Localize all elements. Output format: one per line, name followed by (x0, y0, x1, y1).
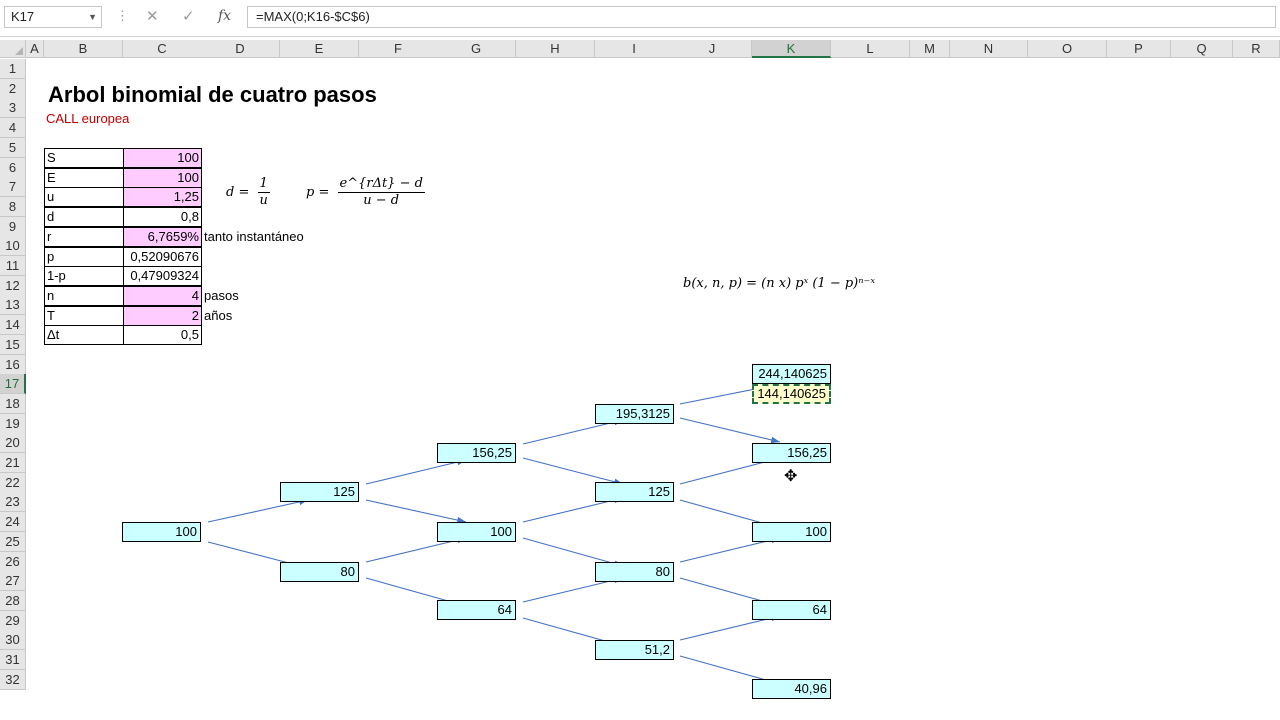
node-step4-d[interactable]: 64 (752, 600, 831, 620)
node-step2-uu[interactable]: 156,25 (437, 443, 516, 463)
node-step1-up[interactable]: 125 (280, 482, 359, 502)
node-step4-e[interactable]: 40,96 (752, 679, 831, 699)
node-step2-dd[interactable]: 64 (437, 600, 516, 620)
tree-arrow (207, 498, 309, 523)
node-step4-c[interactable]: 100 (752, 522, 831, 542)
node-step1-down[interactable]: 80 (280, 562, 359, 582)
node-step3-b[interactable]: 125 (595, 482, 674, 502)
tree-arrow (522, 457, 624, 485)
node-step0[interactable]: 100 (122, 522, 201, 542)
node-step4-a-payoff[interactable]: 144,140625 (752, 384, 831, 404)
tree-arrow (365, 458, 467, 485)
tree-arrow (679, 417, 781, 444)
tree-arrows (207, 382, 781, 685)
node-step3-c[interactable]: 80 (595, 562, 674, 582)
tree-arrow (365, 499, 467, 524)
node-step3-a[interactable]: 195,3125 (595, 404, 674, 424)
cursor-crosshair-icon: ✥ (784, 468, 798, 485)
node-step4-a[interactable]: 244,140625 (752, 364, 831, 384)
node-step4-b[interactable]: 156,25 (752, 443, 831, 463)
node-step2-ud[interactable]: 100 (437, 522, 516, 542)
node-step3-d[interactable]: 51,2 (595, 640, 674, 660)
